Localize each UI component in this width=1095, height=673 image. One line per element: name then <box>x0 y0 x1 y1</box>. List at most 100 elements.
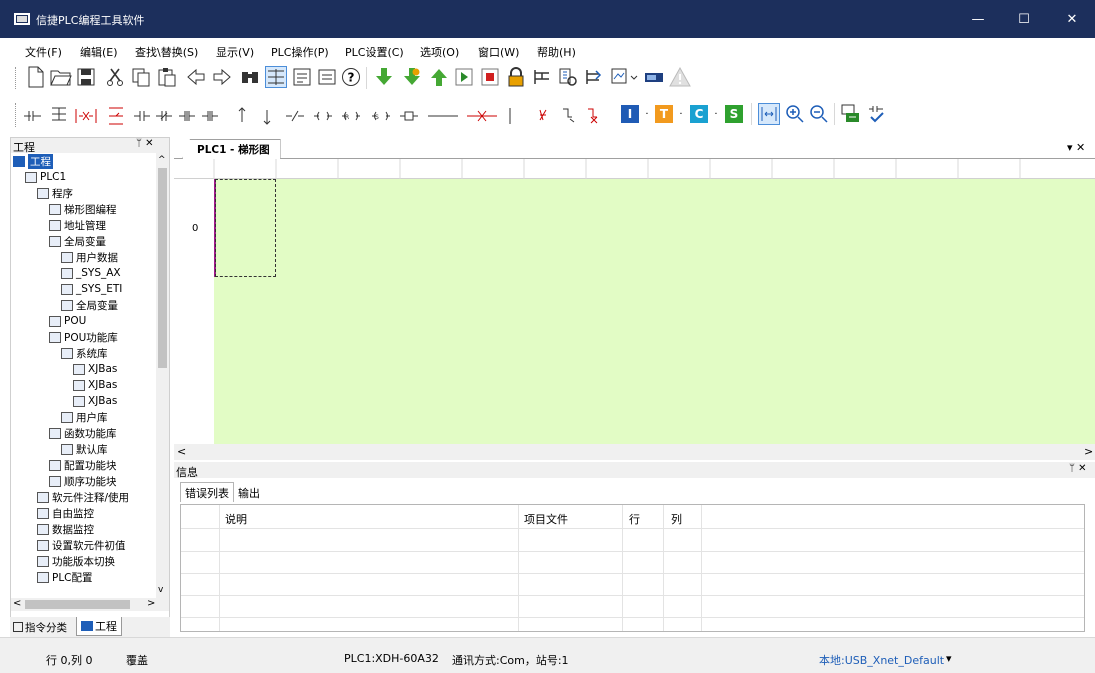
chevron-down-icon[interactable]: · <box>712 105 720 123</box>
chevron-down-icon[interactable]: · <box>643 105 651 123</box>
ladder-horizontal-scrollbar[interactable]: < > <box>174 444 1095 460</box>
menu-help[interactable]: 帮助(H) <box>537 44 576 60</box>
column-header-description[interactable]: 说明 <box>225 511 247 527</box>
tree-item[interactable]: XJBas <box>73 393 117 409</box>
monitor-icon[interactable] <box>531 66 553 88</box>
status-connection[interactable]: 本地:USB_Xnet_Default <box>819 652 944 668</box>
tree-item[interactable]: 系统库 <box>61 345 108 361</box>
tree-horizontal-scrollbar[interactable]: < > <box>11 598 169 611</box>
tree-item[interactable]: PLC配置 <box>37 569 93 585</box>
doc-tab-close[interactable]: ▾ ✕ <box>1067 141 1085 154</box>
lock-icon[interactable] <box>505 66 527 88</box>
tree-item[interactable]: 工程 <box>13 153 53 169</box>
ladder-editor[interactable]: 0 <box>174 159 1095 444</box>
toolbar-grip[interactable] <box>15 67 18 89</box>
scroll-down-icon[interactable]: v <box>158 585 163 595</box>
tree-item[interactable]: 设置软元件初值 <box>37 537 126 553</box>
stop-icon[interactable] <box>479 66 501 88</box>
menu-plc-settings[interactable]: PLC设置(C) <box>345 44 404 60</box>
pane-pin-close[interactable]: ᛘ ✕ <box>136 138 154 149</box>
minimize-button[interactable]: — <box>955 0 1001 38</box>
open-folder-icon[interactable] <box>50 66 72 88</box>
tab-error-list[interactable]: 错误列表 <box>180 482 234 502</box>
menu-window[interactable]: 窗口(W) <box>478 44 519 60</box>
tree-item[interactable]: 软元件注释/使用 <box>37 489 129 505</box>
menu-view[interactable]: 显示(V) <box>216 44 254 60</box>
tree-item[interactable]: 数据监控 <box>37 521 94 537</box>
comm-icon[interactable] <box>609 66 639 88</box>
maximize-button[interactable]: ☐ <box>1001 0 1047 38</box>
fit-width-icon[interactable] <box>758 103 780 125</box>
tree-item[interactable]: 配置功能块 <box>49 457 117 473</box>
settings-icon[interactable] <box>583 66 605 88</box>
tree-item[interactable]: 顺序功能块 <box>49 473 117 489</box>
scroll-thumb[interactable] <box>25 600 130 609</box>
column-header-row[interactable]: 行 <box>629 511 640 527</box>
upload-icon[interactable] <box>401 66 423 88</box>
tree-item[interactable]: _SYS_ETI <box>61 281 122 297</box>
list-view-icon[interactable] <box>316 66 338 88</box>
tree-item[interactable]: 用户数据 <box>61 249 118 265</box>
t-set-icon[interactable]: T <box>655 105 673 123</box>
tree-item[interactable]: 默认库 <box>61 441 108 457</box>
menu-edit[interactable]: 编辑(E) <box>80 44 118 60</box>
compare-icon[interactable] <box>557 66 579 88</box>
tree-item[interactable]: XJBas <box>73 377 117 393</box>
tab-output[interactable]: 输出 <box>234 484 264 502</box>
find-icon[interactable] <box>239 66 261 88</box>
tree-item[interactable]: 梯形图编程 <box>49 201 117 217</box>
connection-dropdown-icon[interactable]: ▾ <box>946 652 952 665</box>
download-icon[interactable] <box>373 66 395 88</box>
menu-file[interactable]: 文件(F) <box>25 44 62 60</box>
scroll-thumb[interactable] <box>158 168 167 368</box>
zoom-out-icon[interactable] <box>808 103 830 125</box>
tree-item[interactable]: POU功能库 <box>49 329 118 345</box>
cut-icon[interactable] <box>104 66 126 88</box>
tab-project[interactable]: 工程 <box>76 617 122 636</box>
close-button[interactable]: ✕ <box>1049 0 1095 38</box>
tree-item[interactable]: _SYS_AX <box>61 265 121 281</box>
ladder-view-icon[interactable] <box>265 66 287 88</box>
ladder-cursor[interactable] <box>215 179 276 277</box>
scroll-right-icon[interactable]: > <box>147 598 155 609</box>
scroll-left-icon[interactable]: < <box>177 445 186 458</box>
tab-plc1-ladder[interactable]: PLC1 - 梯形图 <box>182 139 281 159</box>
menu-plc-operation[interactable]: PLC操作(P) <box>271 44 329 60</box>
instruction-view-icon[interactable] <box>291 66 313 88</box>
tree-item[interactable]: 自由监控 <box>37 505 94 521</box>
tree-item[interactable]: 用户库 <box>61 409 108 425</box>
tree-item[interactable]: POU <box>49 313 86 329</box>
i-set-icon[interactable]: I <box>621 105 639 123</box>
run-icon[interactable] <box>453 66 475 88</box>
zoom-in-icon[interactable] <box>784 103 806 125</box>
convert-icon[interactable] <box>840 103 862 125</box>
copy-icon[interactable] <box>130 66 152 88</box>
tree-item[interactable]: 全局变量 <box>61 297 118 313</box>
chevron-down-icon[interactable]: · <box>677 105 685 123</box>
tree-item[interactable]: 函数功能库 <box>49 425 117 441</box>
scroll-right-icon[interactable]: > <box>1084 445 1093 458</box>
c-set-icon[interactable]: C <box>690 105 708 123</box>
tree-item[interactable]: 程序 <box>37 185 73 201</box>
tree-item[interactable]: 地址管理 <box>49 217 106 233</box>
tree-item[interactable]: PLC1 <box>25 169 66 185</box>
scroll-left-icon[interactable]: < <box>13 598 21 609</box>
help-icon[interactable]: ? <box>340 66 362 88</box>
new-file-icon[interactable] <box>25 66 47 88</box>
menu-options[interactable]: 选项(O) <box>420 44 459 60</box>
tree-item[interactable]: 全局变量 <box>49 233 106 249</box>
tree-item[interactable]: XJBas <box>73 361 117 377</box>
warning-icon[interactable] <box>669 66 691 88</box>
column-header-column[interactable]: 列 <box>671 511 682 527</box>
up-arrow-icon[interactable] <box>428 66 450 88</box>
tree-vertical-scrollbar[interactable]: ^ v <box>156 153 169 598</box>
tab-instruction-category[interactable]: 指令分类 <box>10 619 70 635</box>
check-icon[interactable] <box>866 103 888 125</box>
forward-arrow-icon[interactable] <box>211 66 233 88</box>
s-set-icon[interactable]: S <box>725 105 743 123</box>
device-icon[interactable] <box>643 66 665 88</box>
scroll-up-icon[interactable]: ^ <box>158 155 166 165</box>
pane-pin-close[interactable]: ᛘ ✕ <box>1069 463 1087 474</box>
back-arrow-icon[interactable] <box>185 66 207 88</box>
paste-icon[interactable] <box>156 66 178 88</box>
